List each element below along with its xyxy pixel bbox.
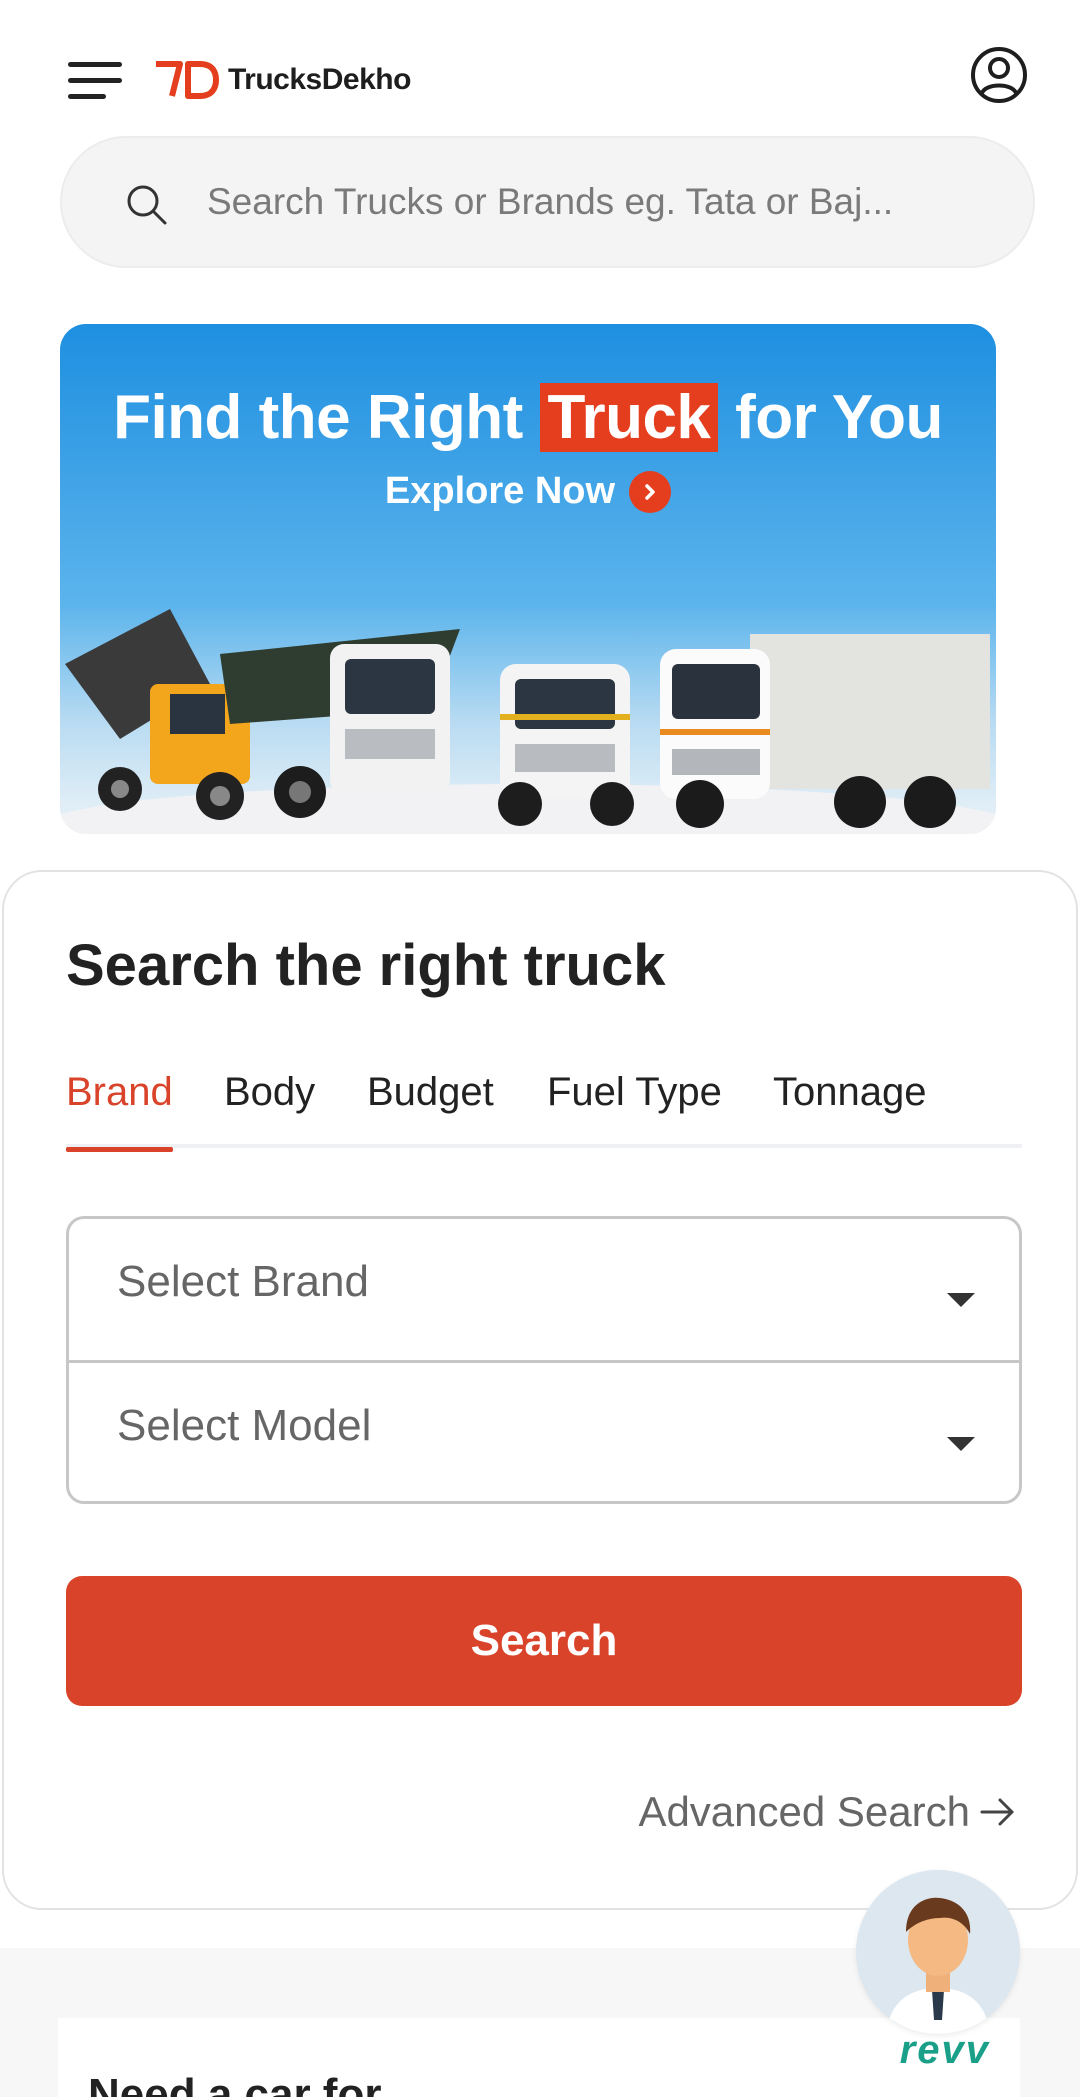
banner-cta-label: Explore Now xyxy=(384,470,616,512)
tab-brand[interactable]: Brand xyxy=(66,1060,173,1152)
select-model-label: Select Model xyxy=(117,1401,372,1450)
search-input[interactable] xyxy=(207,170,987,234)
trucks-illustration xyxy=(60,609,996,834)
chat-assistant-avatar[interactable] xyxy=(856,1870,1020,2034)
trucksdekho-logo-icon xyxy=(156,61,219,99)
promo-banner[interactable]: Find the Right Truck for You Explore Now xyxy=(60,324,996,834)
trucksdekho-logo[interactable]: TrucksDekho xyxy=(154,58,411,102)
search-icon xyxy=(127,185,167,225)
search-button[interactable]: Search xyxy=(66,1576,1022,1706)
select-model-dropdown[interactable]: Select Model xyxy=(69,1360,1019,1501)
promo-text: Need a car for xyxy=(88,2070,382,2097)
finder-tabs: Brand Body Budget Fuel Type Tonnage xyxy=(66,1060,1022,1152)
tab-tonnage[interactable]: Tonnage xyxy=(773,1060,926,1148)
assistant-avatar-icon xyxy=(856,1870,1020,2034)
search-bar[interactable] xyxy=(60,136,1035,268)
user-account-icon[interactable] xyxy=(970,46,1028,104)
logo-text: TrucksDekho xyxy=(228,63,411,96)
tab-budget[interactable]: Budget xyxy=(367,1060,494,1148)
banner-title-end: for You xyxy=(718,383,943,452)
hamburger-menu-icon[interactable] xyxy=(68,60,124,100)
select-brand-dropdown[interactable]: Select Brand xyxy=(69,1219,1019,1360)
finder-title: Search the right truck xyxy=(66,933,666,998)
truck-finder-card: Search the right truck Brand Body Budget… xyxy=(2,870,1078,1910)
banner-title-highlight: Truck xyxy=(539,383,719,452)
advanced-search-label: Advanced Search xyxy=(638,1788,970,1835)
caret-down-icon xyxy=(947,1293,975,1307)
select-brand-label: Select Brand xyxy=(117,1257,369,1306)
advanced-search-link[interactable]: Advanced Search xyxy=(638,1788,1018,1836)
arrow-right-icon xyxy=(980,1798,1014,1826)
revv-logo: revv xyxy=(899,2028,990,2072)
app-header: TrucksDekho xyxy=(0,0,1080,140)
banner-title: Find the Right Truck for You xyxy=(60,382,996,453)
revv-promo-card[interactable]: Need a car for revv xyxy=(58,2018,1020,2097)
chevron-right-icon xyxy=(629,470,672,513)
banner-title-start: Find the Right xyxy=(113,383,540,452)
finder-selects: Select Brand Select Model xyxy=(66,1216,1022,1504)
caret-down-icon xyxy=(947,1437,975,1451)
tab-fuel-type[interactable]: Fuel Type xyxy=(547,1060,722,1148)
banner-cta[interactable]: Explore Now xyxy=(60,470,996,513)
tab-body[interactable]: Body xyxy=(224,1060,315,1148)
